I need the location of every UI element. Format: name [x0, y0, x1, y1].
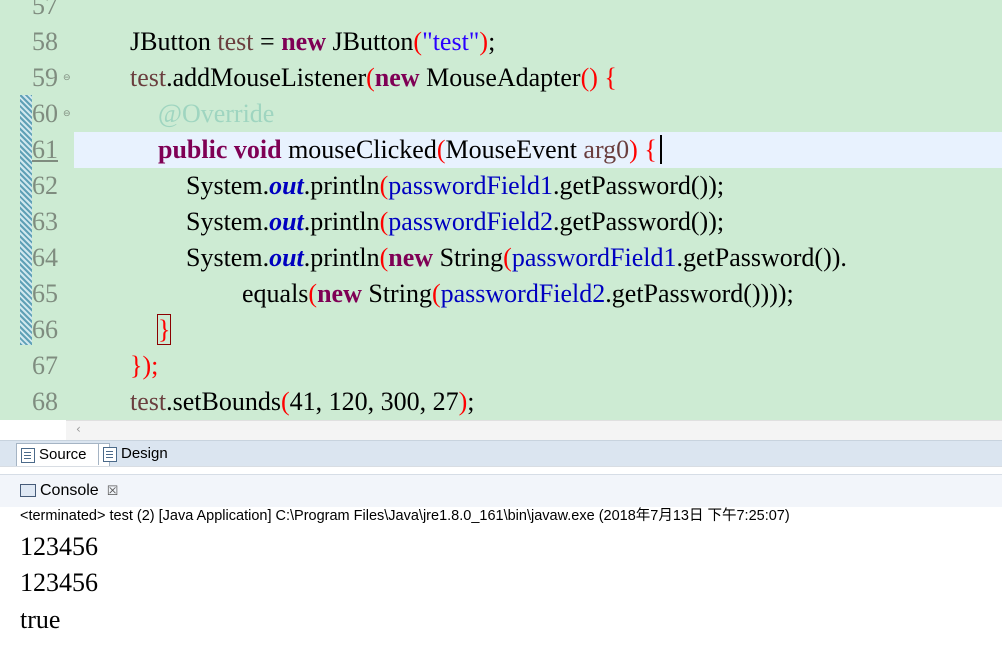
line-number: 67 — [32, 351, 58, 380]
fold-toggle-icon[interactable]: ⊖ — [63, 110, 71, 119]
line-number: 61 — [32, 135, 58, 164]
line-number: 59 — [32, 63, 58, 92]
console-output-line: 123456 — [20, 532, 98, 561]
line-number: 62 — [32, 171, 58, 200]
console-header: Console ☒ — [0, 474, 1002, 507]
code-line-67: }); — [130, 351, 159, 380]
fold-toggle-icon[interactable]: ⊖ — [63, 74, 71, 83]
tab-design[interactable]: Design — [98, 443, 193, 465]
line-number: 65 — [32, 279, 58, 308]
design-icon — [103, 447, 117, 462]
code-line-64: System.out.println(new String(passwordFi… — [186, 243, 847, 272]
code-line-68: test.setBounds(41, 120, 300, 27); — [130, 387, 475, 416]
console-output-line: 123456 — [20, 568, 98, 597]
code-line-63: System.out.println(passwordField2.getPas… — [186, 207, 725, 236]
line-number-gutter: 57 58 59 60 61 62 63 64 65 66 67 68 ⊖ ⊖ — [0, 0, 71, 420]
source-icon — [21, 448, 35, 463]
line-number: 57 — [32, 0, 58, 20]
code-line-58: JButton test = new JButton("test"); — [130, 27, 496, 56]
line-number: 58 — [32, 27, 58, 56]
line-number: 68 — [32, 387, 58, 416]
code-line-65: equals(new String(passwordField2.getPass… — [242, 279, 794, 308]
code-editor[interactable]: 57 58 59 60 61 62 63 64 65 66 67 68 ⊖ ⊖ … — [0, 0, 1002, 420]
horizontal-scrollbar[interactable]: ‹ — [66, 420, 1002, 441]
tab-source-label: Source — [39, 446, 87, 463]
console-output-line: true — [20, 605, 61, 634]
scroll-left-icon[interactable]: ‹ — [76, 422, 81, 436]
line-number: 64 — [32, 243, 58, 272]
line-number: 66 — [32, 315, 58, 344]
tab-design-label: Design — [121, 445, 168, 462]
code-line-62: System.out.println(passwordField1.getPas… — [186, 171, 725, 200]
line-number: 63 — [32, 207, 58, 236]
editor-mode-tabs: Source Design — [0, 440, 1002, 467]
code-line-60: @Override — [158, 99, 275, 128]
close-icon[interactable]: ☒ — [107, 483, 119, 498]
console-tab[interactable]: Console ☒ — [18, 481, 118, 501]
tab-source[interactable]: Source — [16, 443, 110, 466]
code-line-61: public void mouseClicked(MouseEvent arg0… — [158, 132, 1002, 168]
console-status: <terminated> test (2) [Java Application]… — [20, 508, 790, 524]
code-line-66: } — [156, 314, 172, 345]
line-number: 60 — [32, 99, 58, 128]
console-title: Console — [40, 482, 99, 499]
code-line-59: test.addMouseListener(new MouseAdapter()… — [130, 63, 617, 92]
console-icon — [20, 484, 36, 497]
